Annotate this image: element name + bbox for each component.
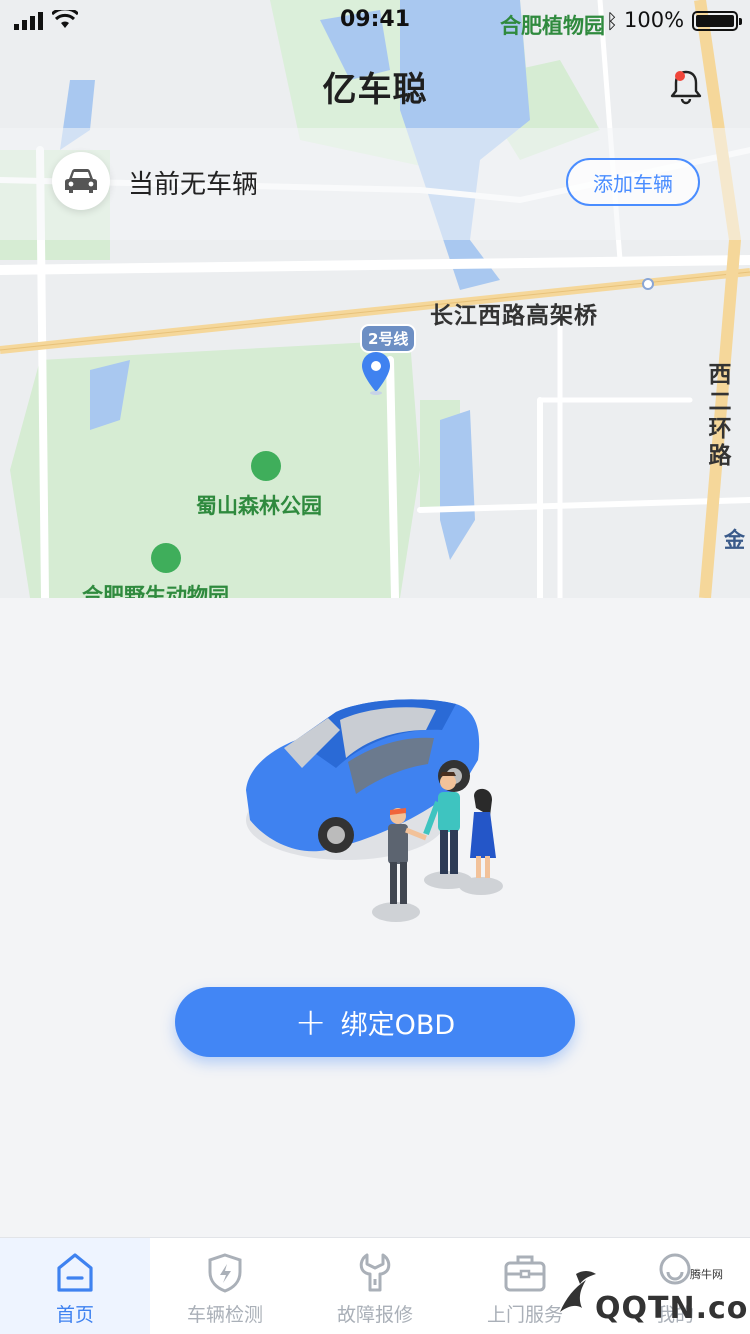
briefcase-icon	[504, 1255, 546, 1292]
battery-percentage: 100%	[624, 8, 685, 32]
plus-icon: +	[294, 1000, 327, 1044]
car-icon	[65, 169, 97, 193]
tab-home-label: 首页	[55, 1304, 94, 1326]
shield-bolt-icon	[208, 1253, 242, 1293]
watermark-text: QQTN.com	[595, 1291, 750, 1326]
tab-vehicle-check[interactable]: 车辆检测	[150, 1238, 300, 1334]
add-vehicle-button[interactable]: 添加车辆	[566, 158, 700, 206]
status-bar: 09:41 ᛒ 100%	[0, 0, 750, 40]
watermark-logo-icon	[560, 1271, 596, 1312]
tab-repair[interactable]: 故障报修	[300, 1238, 450, 1334]
map-label-park: 蜀山森林公园	[196, 494, 322, 518]
tab-vehicle-check-label: 车辆检测	[186, 1304, 263, 1326]
bind-obd-label: 绑定OBD	[340, 1009, 456, 1041]
watermark-small-text: 腾牛网	[690, 1268, 723, 1281]
car-avatar	[52, 152, 110, 210]
map-label-edge: 金	[724, 528, 745, 552]
battery-icon	[692, 11, 742, 31]
map-label-road: 长江西路高架桥	[430, 303, 598, 329]
bind-obd-button[interactable]: + 绑定OBD	[175, 987, 575, 1057]
wrench-icon	[359, 1253, 391, 1292]
bluetooth-icon: ᛒ	[606, 9, 618, 33]
metro-line-badge: 2号线	[360, 324, 417, 353]
vehicle-status-bar: 当前无车辆 添加车辆	[0, 128, 750, 240]
location-pin-icon	[362, 352, 390, 395]
car-handover-illustration	[246, 699, 503, 922]
page-title: 亿车聪	[322, 70, 428, 110]
tab-repair-label: 故障报修	[336, 1304, 413, 1326]
home-icon	[57, 1253, 93, 1292]
tab-home-service-label: 上门服务	[486, 1304, 563, 1326]
tab-home[interactable]: 首页	[0, 1238, 150, 1334]
no-vehicle-text: 当前无车辆	[128, 170, 259, 200]
map-label-ring-road: 西二环路	[708, 362, 732, 469]
map-label-zoo: 合肥野生动物园	[82, 584, 229, 598]
notification-bell-icon[interactable]	[666, 66, 706, 106]
